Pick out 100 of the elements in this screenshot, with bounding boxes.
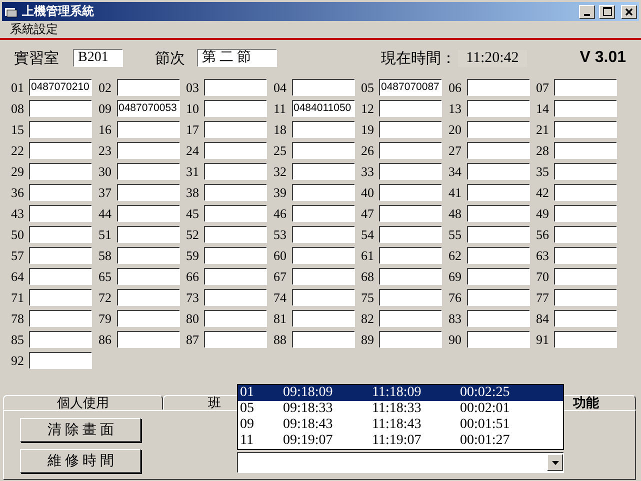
seat-field[interactable] [204,205,267,222]
seat-field[interactable] [116,310,180,327]
seat-field[interactable] [204,268,267,285]
seat-field[interactable] [554,289,617,306]
seat-field[interactable] [29,289,92,306]
seat-field[interactable] [29,163,92,180]
seat-field[interactable] [29,247,92,264]
seat-field[interactable] [29,268,92,285]
seat-field[interactable] [554,121,617,138]
action-button[interactable]: 清 除 畫 面 [20,418,141,442]
seat-field[interactable] [116,331,180,348]
seat-field[interactable] [116,268,180,285]
seat-field[interactable] [379,100,442,117]
seat-field[interactable] [29,310,92,327]
seat-field[interactable] [29,226,92,243]
seat-field[interactable] [379,289,442,306]
seat-field[interactable] [554,205,617,222]
seat-field[interactable] [379,268,442,285]
seat-field[interactable] [204,226,267,243]
seat-field[interactable] [292,289,354,306]
seat-field[interactable] [379,163,442,180]
seat-field[interactable] [292,331,354,348]
seat-field[interactable] [116,121,180,138]
seat-field[interactable] [554,226,617,243]
combo-box[interactable] [237,452,564,473]
seat-field[interactable] [379,226,442,243]
seat-field[interactable] [379,142,442,159]
seat-field[interactable] [204,247,267,264]
period-field[interactable]: 第 二 節 [197,49,277,67]
seat-field[interactable] [379,331,442,348]
seat-field[interactable] [466,184,530,201]
seat-field[interactable] [116,142,180,159]
seat-field[interactable] [116,205,180,222]
seat-field[interactable] [554,247,617,264]
seat-field[interactable] [116,226,180,243]
dropdown-button[interactable] [547,454,563,471]
seat-field[interactable] [29,331,92,348]
seat-field[interactable] [466,142,530,159]
seat-field[interactable] [554,163,617,180]
seat-field[interactable] [554,310,617,327]
seat-field[interactable] [204,142,267,159]
seat-field[interactable]: 0487070210 [29,79,92,96]
seat-field[interactable] [466,310,530,327]
tab[interactable]: 個人使用 [3,395,163,410]
seat-field[interactable] [292,205,354,222]
seat-field[interactable] [116,163,180,180]
seat-field[interactable] [29,205,92,222]
seat-field[interactable] [466,163,530,180]
seat-field[interactable] [204,163,267,180]
seat-field[interactable] [379,247,442,264]
seat-field[interactable] [554,79,617,96]
seat-field[interactable] [292,142,354,159]
seat-field[interactable] [466,331,530,348]
seat-field[interactable] [204,184,267,201]
seat-field[interactable] [292,247,354,264]
seat-field[interactable] [292,184,354,201]
seat-field[interactable] [466,226,530,243]
seat-field[interactable] [292,163,354,180]
seat-field[interactable] [379,205,442,222]
seat-field[interactable] [554,331,617,348]
seat-field[interactable] [379,121,442,138]
seat-field[interactable] [292,79,354,96]
seat-field[interactable] [29,352,92,369]
seat-field[interactable]: 0487070053 [116,100,180,117]
list-item[interactable]: 11 09:19:07 11:19:07 00:01:27 [238,433,563,449]
seat-field[interactable] [466,247,530,264]
seat-field[interactable] [29,184,92,201]
seat-field[interactable] [554,142,617,159]
seat-field[interactable] [204,331,267,348]
maximize-button[interactable] [599,4,615,18]
seat-field[interactable] [116,289,180,306]
seat-field[interactable] [204,100,267,117]
seat-field[interactable] [554,184,617,201]
seat-field[interactable] [292,310,354,327]
seat-field[interactable] [466,100,530,117]
seat-field[interactable] [554,268,617,285]
close-button[interactable] [621,4,637,18]
menu-item[interactable]: 系統設定 [10,21,58,38]
seat-field[interactable] [379,184,442,201]
seat-field[interactable] [204,79,267,96]
room-field[interactable]: B201 [73,49,123,67]
seat-field[interactable] [204,289,267,306]
seat-field[interactable] [292,226,354,243]
seat-field[interactable]: 0484011050 [292,100,354,117]
minimize-button[interactable] [579,4,595,18]
seat-field[interactable] [554,100,617,117]
seat-field[interactable] [116,184,180,201]
seat-field[interactable] [116,247,180,264]
list-item[interactable]: 05 09:18:33 11:18:33 00:02:01 [238,401,563,417]
seat-field[interactable]: 0487070087 [379,79,442,96]
seat-field[interactable] [292,268,354,285]
seat-field[interactable] [29,121,92,138]
seat-field[interactable] [116,79,180,96]
list-item[interactable]: 09 09:18:43 11:18:43 00:01:51 [238,417,563,433]
seat-field[interactable] [292,121,354,138]
seat-field[interactable] [466,79,530,96]
seat-field[interactable] [204,121,267,138]
seat-field[interactable] [379,310,442,327]
seat-field[interactable] [204,310,267,327]
seat-field[interactable] [466,205,530,222]
